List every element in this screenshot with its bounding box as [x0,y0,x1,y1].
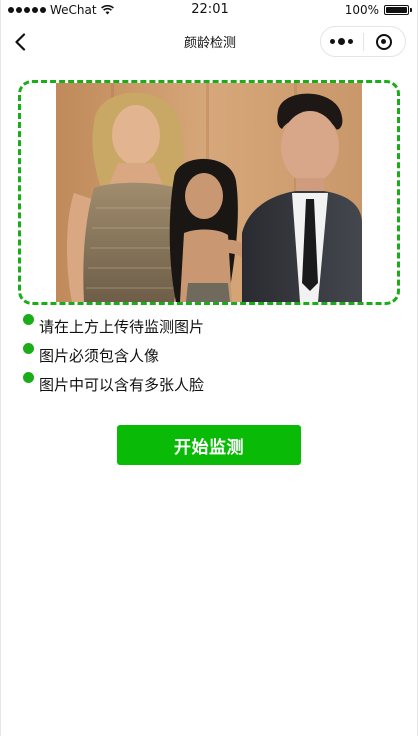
status-bar: WeChat 22:01 100% [1,0,418,20]
list-item: 请在上方上传待监测图片 [23,312,403,341]
bullet-dot-icon [23,343,34,354]
bullet-dot-icon [23,372,34,383]
tips-list: 请在上方上传待监测图片 图片必须包含人像 图片中可以含有多张人脸 [23,312,403,399]
image-upload-area[interactable] [18,80,400,305]
more-button[interactable] [321,27,363,56]
navigation-bar: 颜龄检测 [1,20,418,64]
tip-text: 图片必须包含人像 [39,347,160,365]
more-dots-icon-center [338,38,346,45]
start-detection-button[interactable]: 开始监测 [117,425,301,465]
tip-text: 请在上方上传待监测图片 [39,318,205,336]
list-item: 图片必须包含人像 [23,341,403,370]
target-circle-icon [376,33,393,50]
uploaded-photo [56,83,362,302]
phone-screen: WeChat 22:01 100% 颜龄检测 请在上方上传待监测图片 图片必须包… [0,0,418,736]
battery-icon [384,5,412,15]
close-button[interactable] [364,27,406,56]
mini-program-capsule [320,26,406,57]
bullet-dot-icon [23,314,34,325]
tip-text: 图片中可以含有多张人脸 [39,376,205,394]
more-dots-icon-right [348,39,354,44]
status-right: 100% [344,3,412,17]
battery-percentage: 100% [344,3,379,17]
more-dots-icon [330,39,336,44]
list-item: 图片中可以含有多张人脸 [23,370,403,399]
